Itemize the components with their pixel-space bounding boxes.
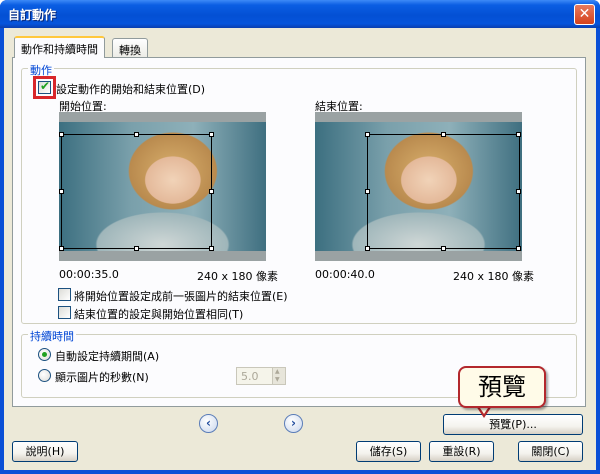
- close-window-button[interactable]: ✕: [574, 4, 595, 25]
- end-selection-frame[interactable]: [367, 134, 520, 249]
- start-timecode: 00:00:35.0: [59, 268, 119, 281]
- resize-handle[interactable]: [441, 246, 446, 251]
- set-motion-label[interactable]: 設定動作的開始和結束位置(D): [56, 81, 205, 97]
- resize-handle[interactable]: [59, 132, 64, 137]
- seconds-radio[interactable]: [38, 369, 51, 382]
- save-button[interactable]: 儲存(S): [356, 441, 421, 462]
- preview-bottom-bar: [59, 251, 266, 261]
- resize-handle[interactable]: [441, 132, 446, 137]
- title-bar[interactable]: 自訂動作 ✕: [0, 0, 600, 28]
- tab-panel: 動作 ✔ 設定動作的開始和結束位置(D) 開始位置: 結束位置: 00:00:3…: [12, 57, 586, 407]
- next-photo-button[interactable]: ›: [284, 414, 303, 433]
- window-title: 自訂動作: [8, 8, 57, 22]
- tab-motion-duration[interactable]: 動作和持續時間: [14, 36, 105, 58]
- resize-handle[interactable]: [209, 189, 214, 194]
- arrow-down-icon[interactable]: ▼: [275, 376, 280, 383]
- tab-transition[interactable]: 轉換: [112, 38, 148, 58]
- help-button[interactable]: 說明(H): [12, 441, 78, 462]
- start-same-as-prev-label[interactable]: 將開始位置設定成前一張圖片的結束位置(E): [74, 288, 288, 304]
- resize-handle[interactable]: [209, 246, 214, 251]
- resize-handle[interactable]: [365, 189, 370, 194]
- close-button[interactable]: 關閉(C): [518, 441, 583, 462]
- motion-group: 動作 ✔ 設定動作的開始和結束位置(D) 開始位置: 結束位置: 00:00:3…: [21, 62, 577, 324]
- resize-handle[interactable]: [516, 132, 521, 137]
- seconds-stepper[interactable]: 5.0 ▲ ▼: [236, 367, 286, 385]
- resize-handle[interactable]: [365, 132, 370, 137]
- start-position-preview[interactable]: [59, 112, 266, 261]
- previous-photo-button[interactable]: ‹: [199, 414, 218, 433]
- start-size: 240 x 180 像素: [197, 270, 278, 283]
- start-same-as-prev-checkbox[interactable]: [58, 288, 71, 301]
- seconds-value: 5.0: [241, 370, 259, 383]
- arrow-up-icon[interactable]: ▲: [275, 368, 280, 375]
- preview-top-bar: [315, 112, 522, 122]
- end-position-preview[interactable]: [315, 112, 522, 261]
- end-same-as-start-label[interactable]: 結束位置的設定與開始位置相同(T): [74, 306, 243, 322]
- resize-handle[interactable]: [59, 246, 64, 251]
- resize-handle[interactable]: [209, 132, 214, 137]
- end-size: 240 x 180 像素: [453, 270, 534, 283]
- reset-button[interactable]: 重設(R): [429, 441, 494, 462]
- auto-duration-label[interactable]: 自動設定持續期間(A): [55, 348, 159, 364]
- preview-button[interactable]: 預覽(P)...: [443, 414, 583, 435]
- resize-handle[interactable]: [516, 246, 521, 251]
- preview-top-bar: [59, 112, 266, 122]
- end-same-as-start-checkbox[interactable]: [58, 306, 71, 319]
- custom-motion-dialog: 自訂動作 ✕ 轉換 動作和持續時間 動作 ✔ 設定動作的開始和結束位置(D) 開…: [0, 0, 600, 474]
- resize-handle[interactable]: [134, 132, 139, 137]
- resize-handle[interactable]: [59, 189, 64, 194]
- auto-duration-radio[interactable]: [38, 348, 51, 361]
- resize-handle[interactable]: [134, 246, 139, 251]
- radio-dot-icon: [42, 352, 47, 357]
- preview-bottom-bar: [315, 251, 522, 261]
- start-selection-frame[interactable]: [61, 134, 212, 249]
- highlight-annotation: [33, 76, 56, 99]
- resize-handle[interactable]: [365, 246, 370, 251]
- duration-group-legend: 持續時間: [28, 328, 76, 344]
- end-timecode: 00:00:40.0: [315, 268, 375, 281]
- seconds-label[interactable]: 顯示圖片的秒數(N): [55, 369, 149, 385]
- preview-callout: 預覽: [458, 366, 546, 408]
- resize-handle[interactable]: [516, 189, 521, 194]
- stepper-buttons[interactable]: ▲ ▼: [272, 368, 285, 384]
